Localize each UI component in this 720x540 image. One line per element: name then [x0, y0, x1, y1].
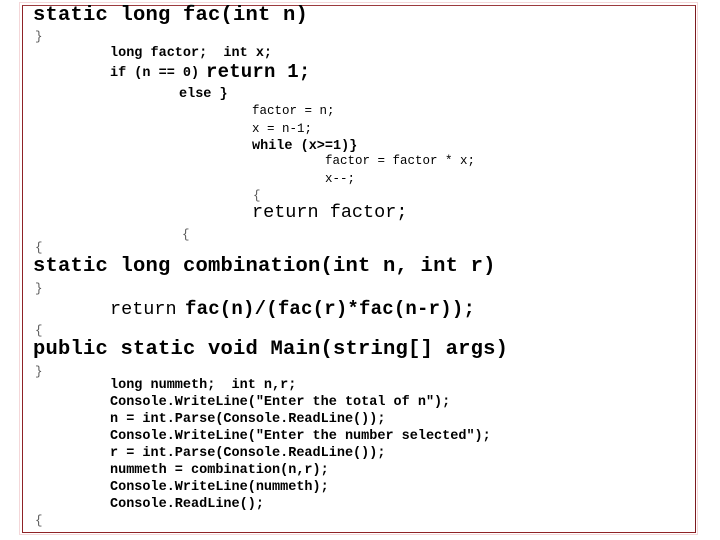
code-line: {: [182, 228, 190, 242]
code-line: factor = factor * x;: [325, 154, 476, 168]
code-line: x = n-1;: [252, 122, 313, 136]
code-line: nummeth = combination(n,r);: [110, 463, 329, 478]
code-line: {: [253, 189, 261, 203]
code-line: n = int.Parse(Console.ReadLine());: [110, 412, 386, 427]
code-line: }: [35, 30, 43, 44]
code-line: static long fac(int n): [33, 4, 309, 27]
code-line: }: [35, 365, 43, 379]
code-line: {: [35, 324, 43, 338]
code-line: {: [35, 514, 43, 528]
code-line: fac(n)/(fac(r)*fac(n-r));: [185, 298, 476, 320]
code-line: long factor; int x;: [110, 46, 273, 61]
code-line: while (x>=1)}: [252, 139, 358, 154]
code-line: factor = n;: [252, 104, 335, 118]
code-line: static long combination(int n, int r): [33, 255, 496, 278]
code-line: Console.WriteLine("Enter the number sele…: [110, 429, 491, 444]
code-line: {: [35, 241, 43, 255]
code-line: Console.WriteLine("Enter the total of n"…: [110, 395, 451, 410]
code-line: Console.ReadLine();: [110, 497, 264, 512]
code-line: r = int.Parse(Console.ReadLine());: [110, 446, 386, 461]
code-line: return 1;: [206, 61, 311, 83]
code-line: else }: [179, 87, 228, 102]
code-line: Console.WriteLine(nummeth);: [110, 480, 329, 495]
code-listing: static long fac(int n)} long factor; int …: [0, 0, 720, 540]
code-line: return factor;: [252, 202, 408, 223]
code-line: return: [110, 299, 188, 320]
code-line: }: [35, 282, 43, 296]
code-line: long nummeth; int n,r;: [110, 378, 297, 393]
code-line: public static void Main(string[] args): [33, 338, 509, 361]
code-slide: static long fac(int n)} long factor; int …: [0, 0, 720, 540]
code-line: x--;: [325, 172, 356, 186]
code-line: if (n == 0): [110, 66, 208, 81]
